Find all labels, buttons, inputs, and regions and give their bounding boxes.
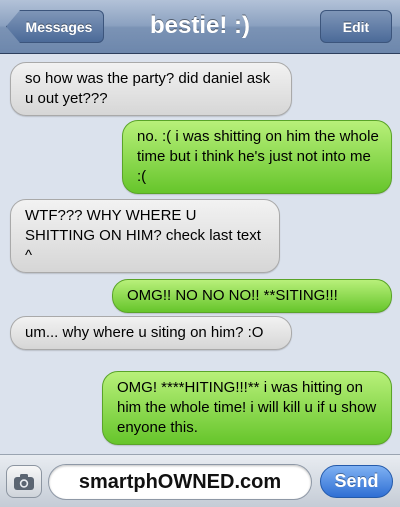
navigation-bar: Messages bestie! :) Edit — [0, 0, 400, 54]
edit-button[interactable]: Edit — [320, 10, 392, 43]
conversation-title: bestie! :) — [149, 12, 250, 39]
message-input[interactable]: smartphOWNED.com — [48, 464, 312, 500]
message-bubble-outgoing: no. :( i was shitting on him the whole t… — [122, 120, 392, 194]
message-bubble-incoming: WTF??? WHY WHERE U SHITTING ON HIM? chec… — [10, 199, 280, 273]
message-thread: so how was the party? did daniel ask u o… — [0, 54, 400, 454]
message-bubble-outgoing: OMG!! NO NO NO!! **SITING!!! — [112, 279, 392, 313]
message-bubble-incoming: um... why where u siting on him? :O — [10, 316, 292, 350]
camera-button[interactable] — [6, 465, 42, 498]
send-button[interactable]: Send — [320, 465, 393, 498]
back-messages-button[interactable]: Messages — [6, 10, 104, 43]
camera-icon — [14, 473, 34, 490]
message-bubble-outgoing: OMG! ****HITING!!!** i was hitting on hi… — [102, 371, 392, 445]
message-bubble-incoming: so how was the party? did daniel ask u o… — [10, 62, 292, 116]
message-composer: smartphOWNED.com Send — [0, 454, 400, 507]
